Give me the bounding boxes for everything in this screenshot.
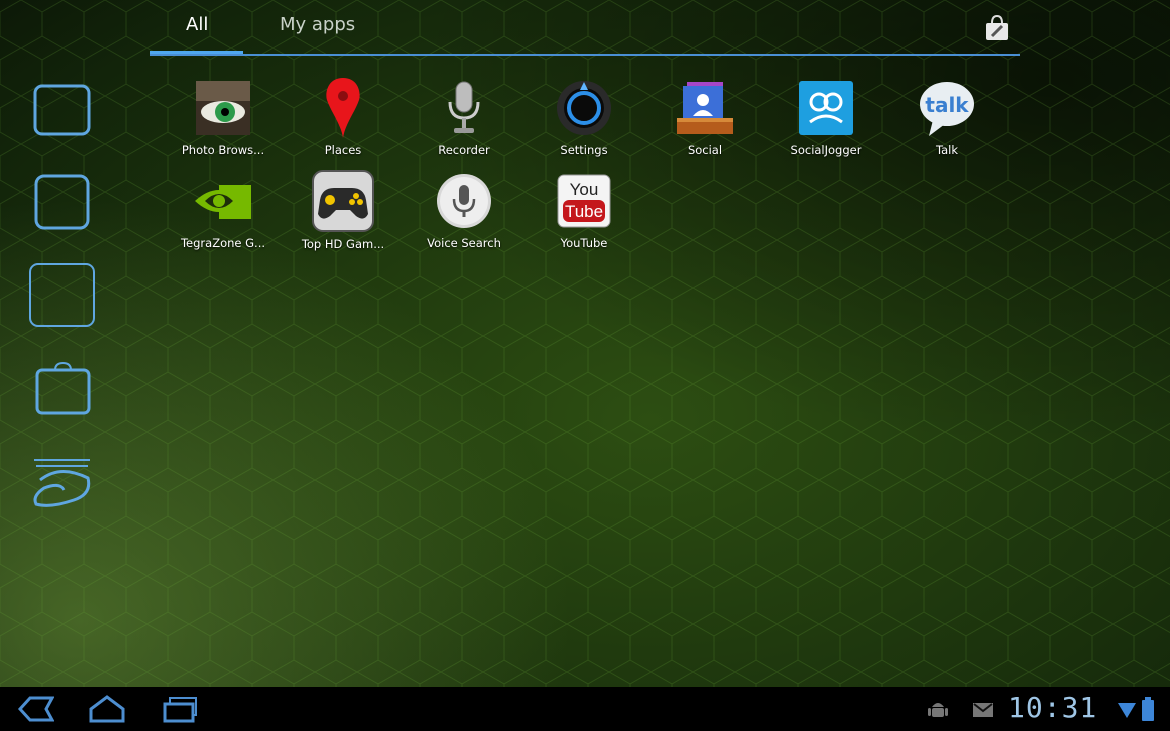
app-talk[interactable]: talk Talk [888,80,1006,170]
market-bag-icon[interactable] [984,14,1010,42]
app-label: TegraZone G... [180,236,266,250]
youtube-icon-text-bottom: Tube [565,202,603,221]
app-label: Top HD Gam... [301,237,385,251]
app-label: Voice Search [427,236,501,250]
app-top-hd-games[interactable]: Top HD Gam... [284,170,402,260]
wallpaper-frame-icon[interactable] [28,262,96,328]
back-icon[interactable] [16,695,54,723]
android-debug-icon [928,703,948,717]
voice-search-icon [437,174,491,228]
gmail-icon [973,703,993,717]
app-recorder[interactable]: Recorder [405,80,523,170]
status-clock[interactable]: 10:31 [1008,691,1097,724]
app-drawer-tabs: All My apps [150,0,1020,56]
system-bar: 10:31 [0,687,1170,731]
gamepad-icon [312,170,374,232]
app-label: Settings [560,143,608,157]
wifi-icon [1118,703,1136,718]
tab-all[interactable]: All [186,14,208,35]
youtube-icon: You Tube [557,174,611,228]
youtube-icon-text-top: You [570,180,599,199]
recent-apps-icon[interactable] [162,695,200,723]
nvidia-eye-icon [195,185,251,219]
app-label: Talk [935,143,959,157]
app-label: YouTube [560,236,608,250]
talk-bubble-icon: talk [920,82,974,136]
app-label: Places [324,143,362,157]
photo-browser-icon [196,81,250,135]
widget-frame-icon[interactable] [33,84,91,136]
app-places[interactable]: Places [284,76,402,166]
app-social[interactable]: Social [646,80,764,170]
talk-icon-text: talk [925,93,969,117]
app-label: Social [687,143,723,157]
app-settings[interactable]: Settings [525,80,643,170]
microphone-icon [448,81,480,133]
app-label: Recorder [438,143,490,157]
shopping-bag-icon[interactable] [34,360,92,416]
app-frame-icon[interactable] [34,174,90,230]
app-socialjogger[interactable]: SocialJogger [767,80,885,170]
tab-my-apps[interactable]: My apps [280,14,355,35]
app-voice-search[interactable]: Voice Search [405,173,523,263]
social-contacts-icon [677,82,733,134]
places-pin-icon [326,78,360,138]
app-label: Photo Brows... [181,143,265,157]
app-label: SocialJogger [790,143,862,157]
battery-icon [1142,697,1154,721]
settings-icon [557,81,611,135]
tab-divider [150,54,1020,56]
tegra-logo-icon[interactable] [30,456,94,512]
home-icon[interactable] [88,695,126,723]
socialjogger-icon [799,81,853,135]
app-youtube[interactable]: You Tube YouTube [525,173,643,263]
app-tegrazone[interactable]: TegraZone G... [164,173,282,263]
app-photo-browser[interactable]: Photo Brows... [164,80,282,170]
